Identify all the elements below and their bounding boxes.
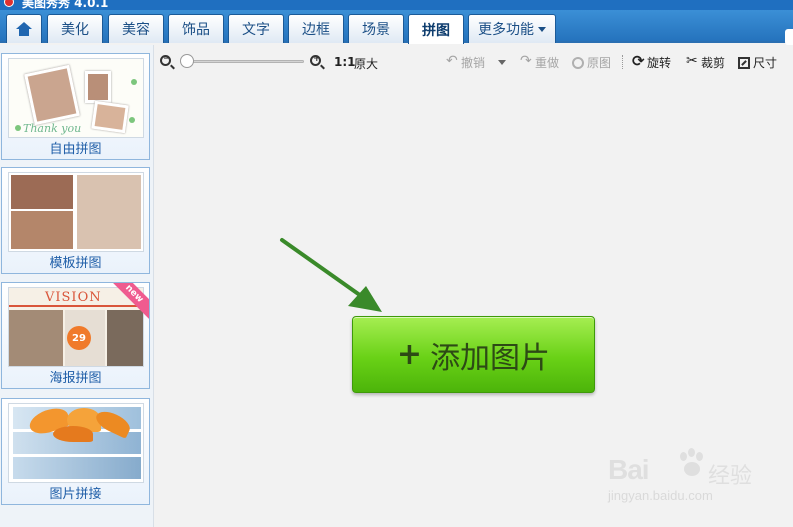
tab-label: 拼图: [422, 22, 450, 39]
crop-button[interactable]: 裁剪: [686, 53, 726, 71]
tab-label: 文字: [242, 22, 270, 38]
poster-number-badge: 29: [67, 326, 91, 350]
scissors-icon: [686, 53, 698, 69]
original-size-label[interactable]: 原大: [354, 55, 378, 72]
add-image-button[interactable]: + 添加图片: [352, 316, 595, 393]
redo-label: 重做: [535, 56, 560, 70]
tab-accessories[interactable]: 饰品: [168, 14, 224, 43]
tab-text[interactable]: 文字: [228, 14, 284, 43]
main-tab-bar: 美化 美容 饰品 文字 边框 场景 拼图 更多功能: [0, 10, 793, 45]
paw-icon: [676, 448, 706, 482]
zoom-in-button[interactable]: +: [310, 54, 324, 69]
redo-icon: [520, 53, 532, 69]
thumbnail-caption: Thank you: [23, 122, 82, 135]
sidebar-item-label: 模板拼图: [49, 256, 102, 271]
home-icon: [16, 22, 32, 36]
tab-collage[interactable]: 拼图: [408, 14, 464, 44]
tab-label: 场景: [362, 22, 390, 38]
undo-icon: [446, 53, 458, 69]
annotation-arrow-icon: [280, 238, 382, 312]
tab-label: 饰品: [182, 22, 210, 38]
rotate-button[interactable]: 旋转: [632, 52, 672, 71]
watermark-brand: Bai: [608, 454, 650, 485]
original-image-button[interactable]: 原图: [572, 54, 611, 71]
plus-icon: +: [396, 336, 423, 372]
title-bar: 美图秀秀 4.0.1: [0, 0, 793, 10]
toolbar-divider: [622, 55, 623, 69]
sidebar-item-free-collage[interactable]: Thank you 自由拼图: [1, 53, 150, 160]
zoom-slider-handle[interactable]: [180, 54, 194, 68]
undo-label: 撤销: [461, 56, 486, 70]
original-image-icon: [572, 56, 584, 69]
tab-more-features[interactable]: 更多功能: [468, 14, 556, 43]
undo-button[interactable]: 撤销: [446, 53, 486, 71]
chevron-down-icon: [538, 26, 546, 32]
resize-button[interactable]: 尺寸: [738, 54, 777, 71]
zoom-out-icon: −: [160, 54, 171, 66]
sidebar-item-label: 图片拼接: [49, 487, 102, 502]
poster-collage-thumbnail: VISION 29: [8, 287, 144, 367]
watermark-brand-cn: 经验: [708, 464, 753, 489]
watermark-url: jingyan.baidu.com: [608, 488, 713, 503]
tab-border[interactable]: 边框: [288, 14, 344, 43]
sidebar-item-label: 自由拼图: [49, 142, 102, 157]
free-collage-thumbnail: Thank you: [8, 58, 144, 138]
baidu-jingyan-watermark: Bai 经验 jingyan.baidu.com: [608, 448, 758, 508]
poster-title: VISION: [45, 290, 102, 305]
canvas-toolbar: − + 1:1 原大 撤销 重做 原图 旋转 裁剪 尺寸: [158, 50, 793, 76]
rotate-icon: [632, 52, 645, 70]
original-image-label: 原图: [587, 56, 612, 70]
tab-home[interactable]: [6, 14, 42, 43]
redo-button[interactable]: 重做: [520, 53, 560, 71]
app-logo-icon: [4, 0, 14, 7]
sidebar-item-poster-collage[interactable]: VISION 29 new 海报拼图: [1, 282, 150, 389]
tab-label: 美化: [61, 22, 89, 38]
image-join-thumbnail: [8, 403, 144, 483]
tab-label: 美容: [122, 22, 150, 38]
collage-mode-sidebar: Thank you 自由拼图 模板拼图 VISION 29 new 海报拼图 图…: [0, 45, 154, 527]
zoom-slider[interactable]: [188, 60, 304, 63]
crop-label: 裁剪: [701, 56, 726, 70]
zoom-in-icon: +: [310, 54, 321, 66]
actual-size-button[interactable]: 1:1: [334, 55, 356, 69]
sidebar-item-image-join[interactable]: 图片拼接: [1, 398, 150, 505]
tab-scene[interactable]: 场景: [348, 14, 404, 43]
template-collage-thumbnail: [8, 172, 144, 252]
rotate-label: 旋转: [647, 56, 672, 70]
sidebar-item-template-collage[interactable]: 模板拼图: [1, 167, 150, 274]
add-image-label: 添加图片: [430, 340, 551, 376]
app-title: 美图秀秀 4.0.1: [22, 0, 109, 10]
window-corner-button[interactable]: [785, 29, 793, 45]
undo-history-dropdown[interactable]: [498, 60, 506, 65]
resize-icon: [738, 56, 750, 69]
tab-label: 边框: [302, 22, 330, 38]
tab-label: 更多功能: [478, 22, 534, 38]
zoom-out-button[interactable]: −: [160, 54, 174, 69]
tab-beauty[interactable]: 美容: [108, 14, 164, 43]
sidebar-item-label: 海报拼图: [49, 371, 102, 386]
tab-beautify[interactable]: 美化: [47, 14, 103, 43]
resize-label: 尺寸: [753, 56, 778, 70]
